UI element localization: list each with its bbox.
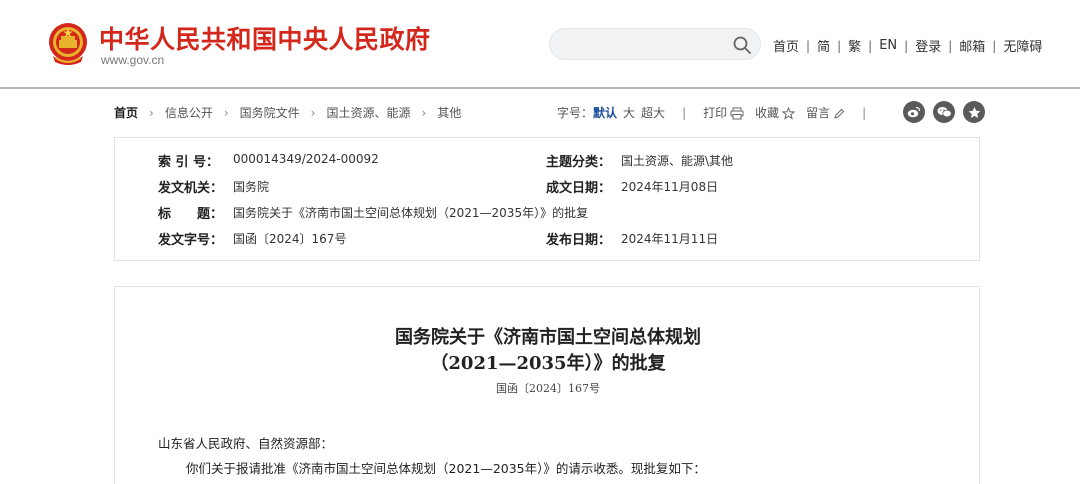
search-input[interactable] <box>564 34 724 54</box>
doc-no-value: 国函〔2024〕167号 <box>233 232 347 246</box>
breadcrumb-other[interactable]: 其他 <box>437 104 461 121</box>
issuer-value: 国务院 <box>233 180 270 194</box>
comment-button[interactable]: 留言 <box>806 104 845 121</box>
nav-separator: | <box>904 38 909 53</box>
breadcrumb: 首页 › 信息公开 › 国务院文件 › 国土资源、能源 › 其他 <box>114 104 461 121</box>
wechat-icon[interactable] <box>933 101 955 123</box>
share-bar <box>895 101 985 123</box>
weibo-icon[interactable] <box>903 101 925 123</box>
category-label: 主题分类： <box>546 155 612 170</box>
nav-separator: | <box>868 38 873 53</box>
nav-simplified[interactable]: 简 <box>817 36 830 55</box>
tools-separator: | <box>682 105 687 120</box>
font-size-default[interactable]: 默认 <box>593 104 617 121</box>
publish-date-value: 2024年11月11日 <box>621 232 719 246</box>
top-nav: 首页 | 简 | 繁 | EN | 登录 | 邮箱 | 无障碍 <box>773 36 1042 55</box>
chevron-right-icon: › <box>149 105 154 120</box>
publish-date-label: 发布日期： <box>546 233 612 248</box>
article-paragraph: 你们关于报请批准《济南市国土空间总体规划（2021—2035年）》的请示收悉。现… <box>186 461 706 476</box>
nav-separator: | <box>837 38 842 53</box>
meta-row: 索 引 号： 000014349/2024-00092 主题分类： 国土资源、能… <box>115 151 981 171</box>
written-date-value: 2024年11月08日 <box>621 180 719 194</box>
nav-separator: | <box>992 38 997 53</box>
nav-english[interactable]: EN <box>879 38 897 53</box>
index-no-value: 000014349/2024-00092 <box>233 152 379 166</box>
font-size-large[interactable]: 大 <box>623 104 635 121</box>
nav-traditional[interactable]: 繁 <box>848 36 861 55</box>
written-date-label: 成文日期： <box>546 181 612 196</box>
site-title[interactable]: 中华人民共和国中央人民政府 <box>99 20 431 56</box>
doc-no-label: 发文字号： <box>158 233 224 248</box>
font-size-xlarge[interactable]: 超大 <box>641 104 665 121</box>
breadcrumb-info-public[interactable]: 信息公开 <box>165 104 213 121</box>
site-url: www.gov.cn <box>101 53 165 67</box>
breadcrumb-bar: 首页 › 信息公开 › 国务院文件 › 国土资源、能源 › 其他 字号： 默认 … <box>114 101 985 123</box>
chevron-right-icon: › <box>223 105 229 120</box>
nav-separator: | <box>806 38 811 53</box>
tools-separator: | <box>862 105 867 120</box>
nav-separator: | <box>948 38 953 53</box>
document-meta: 索 引 号： 000014349/2024-00092 主题分类： 国土资源、能… <box>114 137 980 261</box>
star-icon <box>781 106 796 120</box>
meta-row: 发文字号： 国函〔2024〕167号 发布日期： 2024年11月11日 <box>115 229 981 249</box>
title-label: 标 题： <box>158 207 224 222</box>
favorite-label: 收藏 <box>755 106 780 120</box>
article-title-line1: 国务院关于《济南市国土空间总体规划 <box>395 327 701 348</box>
print-button[interactable]: 打印 <box>703 104 744 121</box>
search-icon[interactable] <box>732 35 752 55</box>
chevron-right-icon: › <box>310 105 316 120</box>
meta-row: 发文机关： 国务院 成文日期： 2024年11月08日 <box>115 177 981 197</box>
search-box <box>549 28 761 60</box>
category-value: 国土资源、能源\其他 <box>621 154 734 168</box>
nav-mail[interactable]: 邮箱 <box>959 36 985 55</box>
breadcrumb-home[interactable]: 首页 <box>114 104 138 121</box>
meta-row: 标 题： 国务院关于《济南市国土空间总体规划（2021—2035年）》的批复 <box>115 203 981 223</box>
site-header: 中华人民共和国中央人民政府 www.gov.cn 首页 | 简 | 繁 | EN… <box>0 0 1080 89</box>
breadcrumb-land-energy[interactable]: 国土资源、能源 <box>326 104 410 121</box>
issuer-label: 发文机关： <box>158 181 224 196</box>
article-salutation: 山东省人民政府、自然资源部： <box>158 436 334 451</box>
article-doc-no: 国函〔2024〕167号 <box>496 382 600 395</box>
breadcrumb-state-council-docs[interactable]: 国务院文件 <box>240 104 300 121</box>
nav-login[interactable]: 登录 <box>915 36 941 55</box>
font-size-label: 字号： <box>557 106 594 120</box>
chevron-right-icon: › <box>421 105 427 120</box>
page-tools: 字号： 默认 大 超大 | 打印 收藏 留言 | <box>557 104 883 121</box>
printer-icon <box>730 107 744 120</box>
print-label: 打印 <box>703 106 728 120</box>
comment-label: 留言 <box>806 106 831 120</box>
nav-accessibility[interactable]: 无障碍 <box>1003 36 1042 55</box>
nav-home[interactable]: 首页 <box>773 36 799 55</box>
pencil-icon <box>834 108 845 119</box>
article-body: 国务院关于《济南市国土空间总体规划 （2021—2035年）》的批复 国函〔20… <box>114 286 980 484</box>
title-value: 国务院关于《济南市国土空间总体规划（2021—2035年）》的批复 <box>233 206 589 220</box>
national-emblem-icon[interactable] <box>47 22 89 68</box>
favorite-button[interactable]: 收藏 <box>755 104 796 121</box>
article-title-line2: （2021—2035年）》的批复 <box>430 353 666 374</box>
index-no-label: 索 引 号： <box>158 155 220 170</box>
qzone-icon[interactable] <box>963 101 985 123</box>
